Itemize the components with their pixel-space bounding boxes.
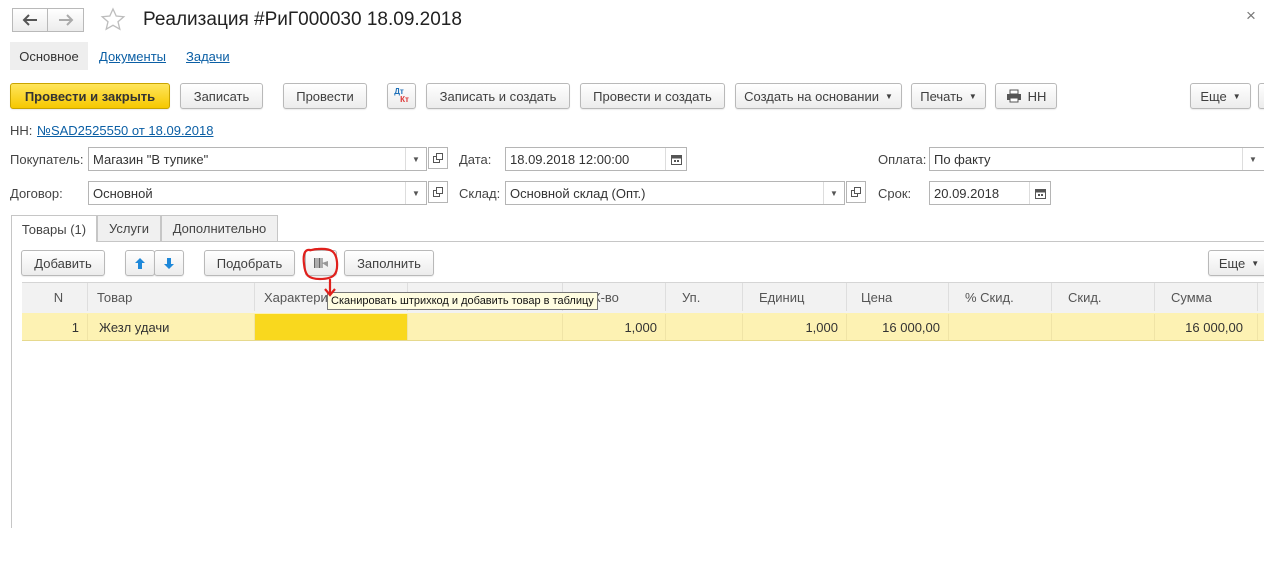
- arrow-down-icon: [164, 257, 174, 269]
- print-button[interactable]: Печать ▼: [911, 83, 986, 109]
- date-field[interactable]: 18.09.2018 12:00:00: [505, 147, 687, 171]
- contract-value: Основной: [93, 185, 153, 201]
- print-nn-label: НН: [1027, 88, 1047, 104]
- tab-panel-border: [11, 241, 1264, 242]
- dropdown-arrow-icon[interactable]: ▼: [405, 182, 426, 204]
- cell-price[interactable]: 16 000,00: [847, 314, 949, 340]
- col-units[interactable]: Единиц: [743, 283, 847, 311]
- create-based-on-label: Создать на основании: [744, 88, 879, 104]
- payment-label: Оплата:: [878, 152, 927, 167]
- add-button[interactable]: Добавить: [21, 250, 105, 276]
- dropdown-arrow-icon[interactable]: ▼: [405, 148, 426, 170]
- post-and-close-button[interactable]: Провести и закрыть: [10, 83, 170, 109]
- forward-button[interactable]: [48, 8, 84, 32]
- post-button[interactable]: Провести: [283, 83, 367, 109]
- printer-icon: [1006, 89, 1021, 103]
- create-based-on-button[interactable]: Создать на основании ▼: [735, 83, 902, 109]
- page-title: Реализация #РиГ000030 18.09.2018: [143, 9, 462, 30]
- print-nn-button[interactable]: НН: [995, 83, 1057, 109]
- date-label: Дата:: [459, 152, 492, 167]
- arrow-right-icon: [58, 14, 73, 26]
- cell-product[interactable]: Жезл удачи: [88, 314, 255, 340]
- term-value: 20.09.2018: [934, 185, 1000, 201]
- calendar-icon[interactable]: [665, 148, 686, 170]
- cell-n: 1: [22, 314, 88, 340]
- move-up-button[interactable]: [125, 250, 155, 276]
- move-down-button[interactable]: [154, 250, 184, 276]
- open-window-icon: [851, 187, 861, 197]
- chevron-down-icon: ▼: [1232, 91, 1241, 101]
- col-pack[interactable]: Уп.: [666, 283, 743, 311]
- tab-documents[interactable]: Документы: [99, 49, 166, 64]
- cell-series[interactable]: [408, 314, 563, 340]
- more-button[interactable]: Еще ▼: [1190, 83, 1251, 109]
- dropdown-arrow-icon[interactable]: ▼: [1242, 148, 1263, 170]
- tab-main[interactable]: Основное: [10, 42, 88, 70]
- calendar-icon[interactable]: [1029, 182, 1050, 204]
- favorite-star-icon[interactable]: [100, 7, 126, 36]
- cell-discount[interactable]: [1052, 314, 1155, 340]
- col-product[interactable]: Товар: [88, 283, 255, 311]
- tab-additional[interactable]: Дополнительно: [161, 215, 278, 241]
- tab-panel-left-border: [11, 241, 12, 528]
- warehouse-label: Склад:: [459, 186, 501, 201]
- buyer-label: Покупатель:: [10, 152, 84, 167]
- dropdown-arrow-icon[interactable]: ▼: [823, 182, 844, 204]
- buyer-field[interactable]: Магазин "В тупике" ▼: [88, 147, 427, 171]
- tab-services[interactable]: Услуги: [97, 215, 161, 241]
- payment-value: По факту: [934, 151, 991, 167]
- more-label: Еще: [1200, 88, 1227, 104]
- open-buyer-button[interactable]: [428, 147, 448, 169]
- dt-kt-icon-bottom: Кт: [400, 95, 409, 104]
- pick-button[interactable]: Подобрать: [204, 250, 295, 276]
- open-window-icon: [433, 153, 443, 163]
- contract-label: Договор:: [10, 186, 63, 201]
- tooltip-scan-barcode: Сканировать штрихкод и добавить товар в …: [327, 292, 598, 310]
- fill-button[interactable]: Заполнить: [344, 250, 434, 276]
- payment-field[interactable]: По факту ▼: [929, 147, 1264, 171]
- col-n[interactable]: N: [22, 283, 88, 311]
- arrow-up-icon: [135, 257, 145, 269]
- cell-characteristic[interactable]: [255, 314, 408, 340]
- cell-sum[interactable]: 16 000,00: [1155, 314, 1258, 340]
- open-warehouse-button[interactable]: [846, 181, 866, 203]
- col-sum[interactable]: Сумма: [1155, 283, 1258, 311]
- term-field[interactable]: 20.09.2018: [929, 181, 1051, 205]
- open-contract-button[interactable]: [428, 181, 448, 203]
- contract-field[interactable]: Основной ▼: [88, 181, 427, 205]
- help-button[interactable]: ?: [1258, 83, 1264, 109]
- warehouse-field[interactable]: Основной склад (Опт.) ▼: [505, 181, 845, 205]
- cell-discount-pct[interactable]: [949, 314, 1052, 340]
- col-discount[interactable]: Скид.: [1052, 283, 1155, 311]
- annotation-highlight-icon: [302, 247, 339, 297]
- term-label: Срок:: [878, 186, 912, 201]
- tab-tasks[interactable]: Задачи: [186, 49, 230, 64]
- cell-pack[interactable]: [666, 314, 743, 340]
- warehouse-value: Основной склад (Опт.): [510, 185, 646, 201]
- cell-units[interactable]: 1,000: [743, 314, 847, 340]
- open-window-icon: [433, 187, 443, 197]
- back-button[interactable]: [12, 8, 48, 32]
- chevron-down-icon: ▼: [1251, 258, 1260, 268]
- chevron-down-icon: ▼: [884, 91, 893, 101]
- active-tab-gap: [12, 240, 96, 242]
- close-icon[interactable]: ×: [1246, 6, 1256, 26]
- table-more-label: Еще: [1218, 255, 1246, 271]
- chevron-down-icon: ▼: [968, 91, 977, 101]
- tab-goods[interactable]: Товары (1): [11, 215, 97, 242]
- col-price[interactable]: Цена: [847, 283, 949, 311]
- save-button[interactable]: Записать: [180, 83, 263, 109]
- cell-qty[interactable]: 1,000: [563, 314, 666, 340]
- col-discount-pct[interactable]: % Скид.: [949, 283, 1052, 311]
- table-more-button[interactable]: Еще ▼: [1208, 250, 1264, 276]
- invoice-link[interactable]: №SAD2525550 от 18.09.2018: [37, 123, 213, 138]
- print-label: Печать: [920, 88, 963, 104]
- save-and-create-button[interactable]: Записать и создать: [426, 83, 570, 109]
- arrow-left-icon: [22, 14, 37, 26]
- date-value: 18.09.2018 12:00:00: [510, 151, 630, 167]
- dt-kt-button[interactable]: Дт Кт: [387, 83, 416, 109]
- post-and-create-button[interactable]: Провести и создать: [580, 83, 725, 109]
- buyer-value: Магазин "В тупике": [93, 151, 209, 167]
- invoice-label: НН:: [10, 123, 33, 138]
